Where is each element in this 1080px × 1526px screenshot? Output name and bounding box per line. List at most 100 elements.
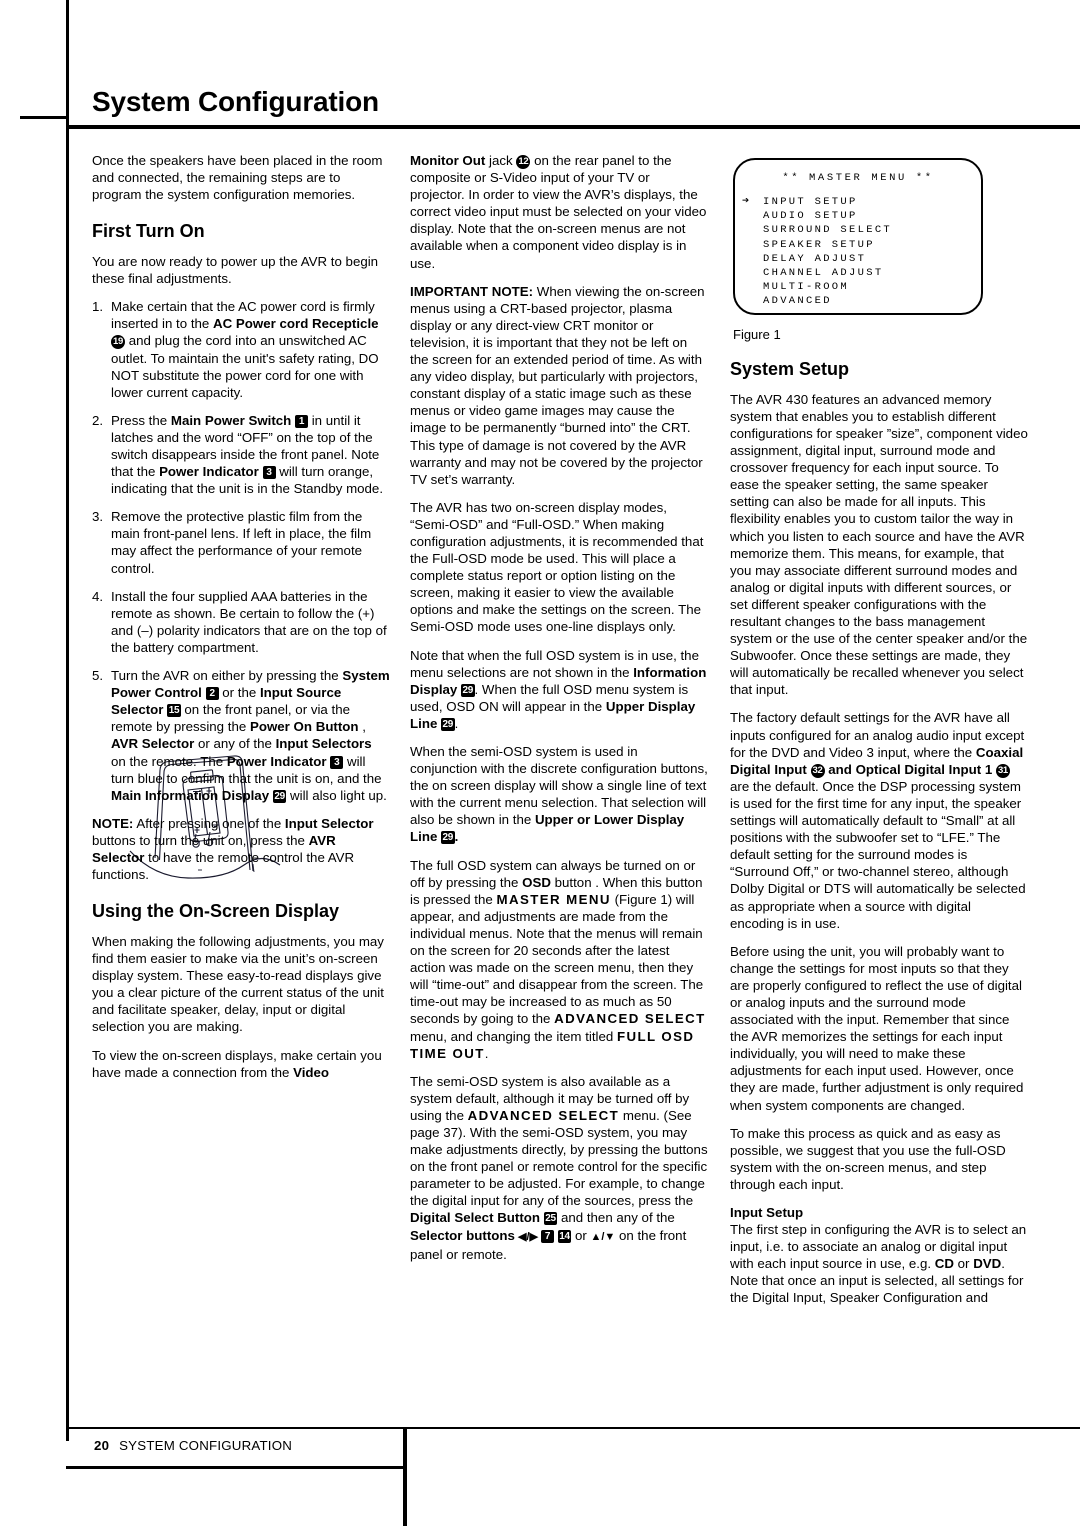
bold-term: Monitor Out — [410, 153, 486, 168]
callout-badge-circle: 32 — [810, 763, 825, 778]
bold-term: Optical Digital Input 1 — [855, 761, 993, 777]
page-footer: 20 SYSTEM CONFIGURATION — [94, 1438, 292, 1453]
osd-menu-item[interactable]: CHANNEL ADJUST — [763, 266, 981, 280]
figure-caption: Figure 1 — [733, 327, 781, 342]
paragraph-first-turn-on-intro: You are now ready to power up the AVR to… — [92, 254, 379, 287]
heading-input-setup: Input Setup — [730, 1205, 804, 1221]
numbered-steps-list: 1. Make certain that the AC power cord is… — [92, 298, 390, 804]
osd-menu-item-label: INPUT SETUP — [763, 196, 858, 208]
osd-menu-item-label: DELAY ADJUST — [763, 252, 867, 265]
osd-menu-title: ** MASTER MENU ** — [782, 172, 934, 184]
callout-badge: 14 — [557, 1229, 572, 1243]
bold-term: Video — [293, 1064, 330, 1080]
numbered-step: 3. Remove the protective plastic film fro… — [92, 508, 390, 576]
paragraph-semi-osd: When the semi-OSD system is used in conj… — [410, 744, 708, 845]
callout-badge: 1 — [295, 414, 309, 428]
callout-badge: 29 — [441, 831, 455, 845]
paragraph-intro: Once the speakers have been placed in th… — [92, 153, 383, 203]
page-title: System Configuration — [92, 86, 379, 117]
bold-term: Information Display — [410, 664, 707, 697]
osd-menu-item-label: ADVANCED — [763, 295, 832, 308]
heading-system-setup: System Setup — [730, 359, 850, 379]
osd-menu-item[interactable]: MULTI-ROOM — [763, 280, 981, 294]
osd-menu-name: ADVANCED SELECT — [554, 1011, 706, 1027]
numbered-step: 5. Turn the AVR on either by pressing the… — [92, 667, 390, 804]
heading-using-osd: Using the On-Screen Display — [92, 901, 340, 922]
bold-term: Selector buttons — [410, 1227, 515, 1243]
callout-badge: 3 — [330, 755, 344, 769]
step-number: 5. — [92, 668, 104, 684]
osd-menu-name: FULL OSD TIME OUT — [410, 1028, 695, 1061]
callout-badge: 7 — [541, 1229, 555, 1243]
bold-term: CD — [934, 1256, 954, 1272]
bold-term: Input Selector — [284, 815, 374, 831]
paragraph-semi-osd-default: The semi-OSD system is also available as… — [410, 1073, 708, 1262]
bold-term: Power On Button — [249, 719, 359, 735]
osd-menu-item[interactable]: SURROUND SELECT — [763, 223, 981, 237]
bold-term: AVR Selector — [111, 736, 195, 752]
paragraph-note: NOTE: After pressing one of the Input Se… — [92, 815, 374, 883]
bold-term: IMPORTANT NOTE: — [410, 283, 534, 299]
page-left-horizontal-tick — [20, 116, 67, 119]
callout-badge-circle: 31 — [995, 763, 1010, 778]
step-number: 1. — [92, 299, 104, 315]
callout-badge-circle: 19 — [111, 335, 125, 350]
paragraph-before-using: Before using the unit, you will probably… — [730, 943, 1024, 1113]
osd-menu-item[interactable]: ADVANCED — [763, 294, 981, 308]
paragraph-two-osd-modes: The AVR has two on-screen display modes,… — [410, 499, 704, 635]
numbered-step: 1. Make certain that the AC power cord is… — [92, 298, 390, 401]
step-number: 2. — [92, 412, 104, 428]
paragraph-full-osd-display: Note that when the full OSD system is in… — [410, 647, 707, 731]
paragraph-input-setup: The first step in configuring the AVR is… — [730, 1222, 1027, 1306]
osd-menu-name: MASTER MENU — [496, 891, 611, 907]
bold-term: System Power Control — [111, 668, 390, 701]
osd-menu-item-label: SPEAKER SETUP — [763, 238, 875, 251]
osd-menu-item[interactable]: ➔ INPUT SETUP — [742, 194, 981, 209]
step-body: Press the Main Power Switch 1 in until i… — [111, 412, 384, 497]
bold-term: Power Indicator — [159, 464, 259, 480]
osd-menu-item[interactable]: DELAY ADJUST — [763, 252, 981, 266]
footer-page-number: 20 — [94, 1438, 110, 1453]
bold-term: Input Selectors — [275, 736, 372, 752]
osd-menu-item-label: MULTI-ROOM — [763, 281, 850, 294]
osd-menu-name: ADVANCED SELECT — [467, 1107, 620, 1123]
numbered-step: 4. Install the four supplied AAA batterie… — [92, 588, 390, 656]
step-number: 4. — [92, 588, 104, 604]
callout-badge: 29 — [461, 683, 475, 697]
footer-vertical-rule — [403, 1427, 407, 1526]
footer-section-label: SYSTEM CONFIGURATION — [119, 1438, 293, 1453]
paragraph-osd-2: To view the on-screen displays, make cer… — [92, 1047, 382, 1080]
bold-term: and — [824, 761, 856, 777]
paragraph-monitor-out: Monitor Out jack 12 on the rear panel to… — [410, 153, 707, 271]
bold-term: DVD — [973, 1256, 1002, 1272]
text-column-1: Once the speakers have been placed in th… — [92, 152, 390, 1092]
footer-box-bottom-rule — [66, 1466, 406, 1469]
callout-badge: 29 — [441, 717, 455, 731]
bold-term: Power Indicator — [226, 753, 327, 769]
page-bottom-rule — [66, 1427, 1080, 1429]
heading-first-turn-on: First Turn On — [92, 221, 205, 242]
step-body: Make certain that the AC power cord is f… — [111, 299, 379, 400]
step-body: Install the four supplied AAA batteries … — [111, 588, 387, 655]
osd-master-menu-figure: ** MASTER MENU ** ➔ INPUT SETUP AUDIO SETU… — [733, 158, 983, 315]
bold-term: AC Power cord Recepticle — [213, 316, 379, 332]
bold-term: Main Information Display — [111, 787, 270, 803]
bold-term: . — [454, 829, 459, 845]
osd-menu-item-label: AUDIO SETUP — [763, 210, 858, 223]
osd-menu-item[interactable]: AUDIO SETUP — [763, 209, 981, 223]
osd-menu-item-label: CHANNEL ADJUST — [763, 267, 884, 280]
text-column-3: System Setup The AVR 430 features an adv… — [730, 359, 1028, 1318]
osd-menu-list: ➔ INPUT SETUP AUDIO SETUP SURROUND SELECT SP… — [742, 194, 981, 309]
callout-badge: 15 — [167, 704, 181, 718]
bold-term: OSD — [522, 874, 551, 890]
bold-term: AVR Selector — [92, 832, 336, 865]
osd-menu-item[interactable]: SPEAKER SETUP — [763, 238, 981, 252]
title-underline-rule — [66, 125, 1080, 129]
step-body: Remove the protective plastic film from … — [111, 509, 372, 576]
bold-term: Digital Select Button — [410, 1210, 541, 1226]
callout-badge-circle: 12 — [516, 155, 531, 169]
bold-term: Main Power Switch — [170, 412, 292, 428]
paragraph-osd-button: The full OSD system can always be turned… — [410, 857, 706, 1061]
page-left-vertical-rule — [66, 0, 69, 1441]
direction-arrows-glyph: ◀/▶ — [514, 1230, 542, 1243]
